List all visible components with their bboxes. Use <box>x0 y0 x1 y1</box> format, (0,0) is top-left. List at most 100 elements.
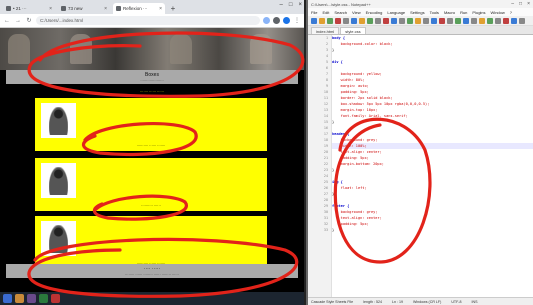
close-tab-icon[interactable]: × <box>49 6 52 12</box>
profile-avatar[interactable] <box>283 17 290 24</box>
url-text: C:/Users/...index.html <box>40 18 84 23</box>
box-caption: ·········· ······ ······· <box>136 144 166 148</box>
menu-item[interactable]: File <box>311 10 317 15</box>
close-window-icon[interactable]: × <box>527 1 530 7</box>
nav-link[interactable]: ······· ······ ······ <box>0 90 304 94</box>
taskbar-app-icon[interactable] <box>39 294 48 303</box>
content-box: ·········· ······ <box>35 158 267 211</box>
toolbar-icon[interactable] <box>471 17 477 24</box>
toolbar-icon[interactable] <box>431 17 437 24</box>
toolbar-icon[interactable] <box>343 17 349 24</box>
box-image <box>41 221 76 256</box>
close-window-icon[interactable]: × <box>298 2 302 8</box>
content-box: ·········· ······ ······· <box>35 98 267 151</box>
line-number: 33 <box>323 228 328 232</box>
maximize-icon[interactable]: □ <box>519 1 522 7</box>
menu-item[interactable]: Tools <box>430 10 439 15</box>
toolbar-icon[interactable] <box>447 17 453 24</box>
taskbar <box>0 292 304 305</box>
toolbar-icon[interactable] <box>311 17 317 24</box>
menu-item[interactable]: Window <box>491 10 505 15</box>
editor-status-bar: Cascade Style Sheets File length : 524 Ln … <box>308 297 533 305</box>
favicon-icon <box>61 6 66 11</box>
taskbar-app-icon[interactable] <box>51 294 60 303</box>
start-icon[interactable] <box>3 294 12 303</box>
toolbar-icon[interactable] <box>439 17 445 24</box>
editor-tabs: index.html style.css <box>308 26 533 35</box>
toolbar-icon[interactable] <box>495 17 501 24</box>
code-area[interactable]: body { background-color: black;} div { ba… <box>332 35 533 297</box>
editor-menu-bar: File Edit Search View Encoding Language Settin… <box>308 8 533 16</box>
toolbar-icon[interactable] <box>391 17 397 24</box>
browser-toolbar: ← → ↻ C:/Users/...index.html ⋮ <box>0 14 304 28</box>
code-editor-window: C:\Users\...\style.css - Notepad++ – □ ×… <box>306 0 533 305</box>
toolbar-icon[interactable] <box>351 17 357 24</box>
toolbar-icon[interactable] <box>423 17 429 24</box>
status-item: UTF-8 <box>451 299 462 304</box>
menu-item[interactable]: Run <box>460 10 467 15</box>
toolbar-icon[interactable] <box>415 17 421 24</box>
menu-item[interactable]: Settings <box>410 10 424 15</box>
header-photo-strip <box>0 28 304 70</box>
editor-body: 1 2 3 4 5 6 7 8 9 10 11 12 13 14 15 16 17 18 19 20 21 22 23 24 2… <box>308 35 533 297</box>
toolbar-icon[interactable] <box>519 17 525 24</box>
forward-icon[interactable]: → <box>14 17 22 25</box>
extensions-icon[interactable] <box>273 17 280 24</box>
new-tab-button[interactable]: + <box>168 4 178 14</box>
bookmark-icon[interactable] <box>263 17 270 24</box>
minimize-icon[interactable]: – <box>511 1 514 7</box>
toolbar-icon[interactable] <box>327 17 333 24</box>
status-item: Windows (CR LF) <box>412 299 442 304</box>
footer-text: ········ ······ ········ ······ ········… <box>125 272 179 277</box>
menu-item[interactable]: Plugins <box>472 10 485 15</box>
menu-item[interactable]: Encoding <box>366 10 383 15</box>
back-icon[interactable]: ← <box>3 17 11 25</box>
reload-icon[interactable]: ↻ <box>25 17 33 25</box>
page-title: Boxes <box>145 71 159 78</box>
editor-title: C:\Users\...\style.css - Notepad++ <box>311 1 371 7</box>
editor-toolbar <box>308 16 533 26</box>
menu-item[interactable]: Edit <box>322 10 329 15</box>
favicon-icon <box>6 6 11 11</box>
web-page: Boxes ···················· ······· ·····… <box>0 28 304 292</box>
tab-label: • 21 ··· <box>13 6 27 11</box>
toolbar-icon[interactable] <box>383 17 389 24</box>
toolbar-icon[interactable] <box>359 17 365 24</box>
toolbar-icon[interactable] <box>319 17 325 24</box>
toolbar-icon[interactable] <box>375 17 381 24</box>
menu-item[interactable]: Search <box>334 10 347 15</box>
menu-icon[interactable]: ⋮ <box>293 17 301 25</box>
browser-tab-2[interactable]: 73 new × <box>58 3 110 14</box>
toolbar-icon[interactable] <box>335 17 341 24</box>
toolbar-icon[interactable] <box>455 17 461 24</box>
taskbar-app-icon[interactable] <box>15 294 24 303</box>
toolbar-icon[interactable] <box>487 17 493 24</box>
favicon-icon <box>116 6 121 11</box>
toolbar-icon[interactable] <box>399 17 405 24</box>
tab-label: Reflexion ··· <box>123 6 148 11</box>
editor-tab-css[interactable]: style.css <box>340 27 366 34</box>
status-item: Ln : 19 <box>391 299 403 304</box>
taskbar-app-icon[interactable] <box>27 294 36 303</box>
browser-tab-1[interactable]: • 21 ··· × <box>3 3 55 14</box>
maximize-icon[interactable]: □ <box>289 2 293 8</box>
menu-item[interactable]: View <box>352 10 361 15</box>
close-tab-icon[interactable]: × <box>159 6 162 12</box>
code-line: } <box>332 228 335 232</box>
browser-tab-3[interactable]: Reflexion ··· × <box>113 3 165 14</box>
toolbar-icon[interactable] <box>503 17 509 24</box>
menu-item[interactable]: ? <box>510 10 512 15</box>
menu-item[interactable]: Macro <box>444 10 455 15</box>
close-tab-icon[interactable]: × <box>104 6 107 12</box>
address-bar[interactable]: C:/Users/...index.html <box>36 16 260 25</box>
toolbar-icon[interactable] <box>407 17 413 24</box>
menu-item[interactable]: Language <box>387 10 405 15</box>
page-header: Boxes ···················· <box>6 70 298 84</box>
toolbar-icon[interactable] <box>511 17 517 24</box>
toolbar-icon[interactable] <box>367 17 373 24</box>
toolbar-icon[interactable] <box>479 17 485 24</box>
editor-tab-html[interactable]: index.html <box>311 27 340 34</box>
footer-title: ···· ····· <box>143 265 161 272</box>
minimize-icon[interactable]: – <box>280 2 283 8</box>
toolbar-icon[interactable] <box>463 17 469 24</box>
